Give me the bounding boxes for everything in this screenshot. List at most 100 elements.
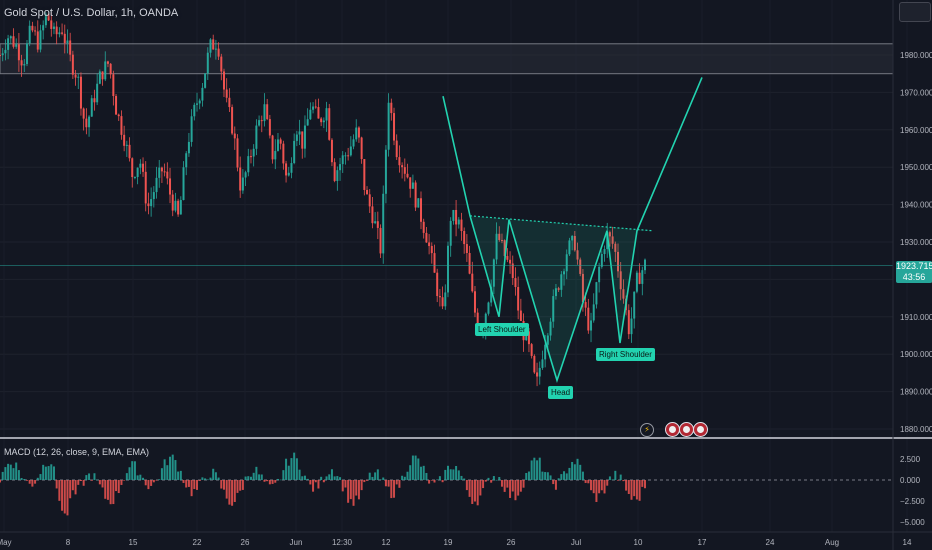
macd-bar (166, 465, 169, 480)
economic-event-flag-icon[interactable] (679, 422, 694, 437)
left-shoulder-label[interactable]: Left Shoulder (475, 323, 529, 336)
candle-body (460, 219, 463, 232)
macd-bar (557, 478, 560, 480)
macd-bar (39, 474, 42, 480)
macd-bar (128, 467, 131, 480)
macd-bar (228, 480, 231, 505)
candle-body (23, 64, 26, 66)
lightning-icon[interactable]: ⚡ (640, 423, 654, 437)
macd-bar (50, 464, 53, 480)
candle-body (39, 30, 42, 50)
macd-bar (139, 474, 142, 480)
candle-body (225, 89, 228, 98)
candle-body (125, 144, 128, 146)
macd-bar (88, 473, 91, 480)
macd-tick-label: −2.500 (900, 497, 925, 506)
macd-bar (295, 458, 298, 480)
macd-bar (611, 479, 614, 481)
macd-bar (96, 479, 99, 481)
candle-body (473, 291, 476, 313)
candle-body (471, 273, 474, 292)
macd-bar (23, 478, 26, 480)
macd-bar (441, 480, 444, 483)
macd-bar (204, 478, 207, 480)
macd-bar (201, 477, 204, 480)
macd-bar (603, 480, 606, 494)
macd-bar (214, 472, 217, 480)
macd-bar (276, 478, 279, 480)
candle-body (436, 272, 439, 297)
macd-bar (241, 480, 244, 490)
macd-bar (536, 460, 539, 480)
candle-body (88, 116, 91, 128)
macd-bar (171, 454, 174, 480)
candle-body (438, 296, 441, 298)
candle-body (363, 159, 366, 190)
macd-bar (584, 480, 587, 483)
macd-bar (471, 480, 474, 504)
macd-bar (336, 476, 339, 480)
candle-body (382, 193, 385, 254)
macd-indicator-label[interactable]: MACD (12, 26, close, 9, EMA, EMA) (4, 447, 149, 457)
macd-bar (212, 468, 215, 480)
candle-body (258, 120, 261, 126)
candle-body (401, 165, 404, 168)
price-tick-label: 1890.000 (900, 388, 932, 397)
macd-bar (460, 475, 463, 480)
macd-bar (222, 480, 225, 490)
macd-bar (66, 480, 69, 516)
macd-bar (249, 476, 252, 480)
candle-body (627, 310, 630, 335)
macd-bar (158, 479, 161, 480)
right-shoulder-label[interactable]: Right Shoulder (596, 348, 655, 361)
macd-bar (293, 452, 296, 480)
macd-bar (554, 480, 557, 490)
candle-body (12, 36, 15, 47)
economic-event-flag-icon[interactable] (693, 422, 708, 437)
macd-bar (117, 480, 120, 494)
macd-bar (285, 458, 288, 480)
chart-canvas[interactable]: 1880.0001890.0001900.0001910.0001920.000… (0, 0, 932, 550)
macd-bar (403, 476, 406, 480)
macd-bar (384, 480, 387, 487)
candle-body (69, 40, 72, 55)
candle-body (633, 291, 636, 319)
candle-body (411, 182, 414, 189)
time-tick-label: 26 (507, 538, 516, 547)
bar-countdown: 43:56 (902, 272, 926, 282)
current-price-tag: 1923.715 43:56 (896, 261, 932, 283)
candle-body (314, 106, 317, 108)
macd-bar (69, 480, 72, 499)
candle-body (590, 320, 593, 331)
candle-body (136, 167, 139, 178)
candle-body (252, 148, 255, 157)
macd-bar (274, 480, 277, 483)
candle-body (206, 52, 209, 74)
candle-body (128, 144, 131, 159)
macd-bar (395, 480, 398, 485)
candle-body (371, 206, 374, 224)
time-tick-label: 26 (241, 538, 250, 547)
macd-bar (290, 458, 293, 480)
candle-body (93, 98, 96, 103)
scale-menu-icon[interactable] (899, 2, 931, 22)
macd-bar (627, 480, 630, 494)
candle-body (336, 170, 339, 181)
macd-bar (576, 458, 579, 480)
macd-bar (430, 480, 433, 481)
macd-bar (606, 480, 609, 486)
macd-bar (71, 480, 74, 491)
time-tick-label: Jul (571, 538, 581, 547)
candle-body (131, 158, 134, 178)
time-tick-label: 19 (444, 538, 453, 547)
macd-bar (282, 470, 285, 480)
macd-bar (36, 477, 39, 480)
candle-body (641, 270, 644, 284)
head-label[interactable]: Head (548, 386, 574, 399)
candle-body (452, 209, 455, 221)
candle-body (166, 171, 169, 179)
candle-body (96, 83, 99, 103)
candle-body (630, 318, 633, 335)
macd-bar (436, 479, 439, 481)
economic-event-flag-icon[interactable] (665, 422, 680, 437)
